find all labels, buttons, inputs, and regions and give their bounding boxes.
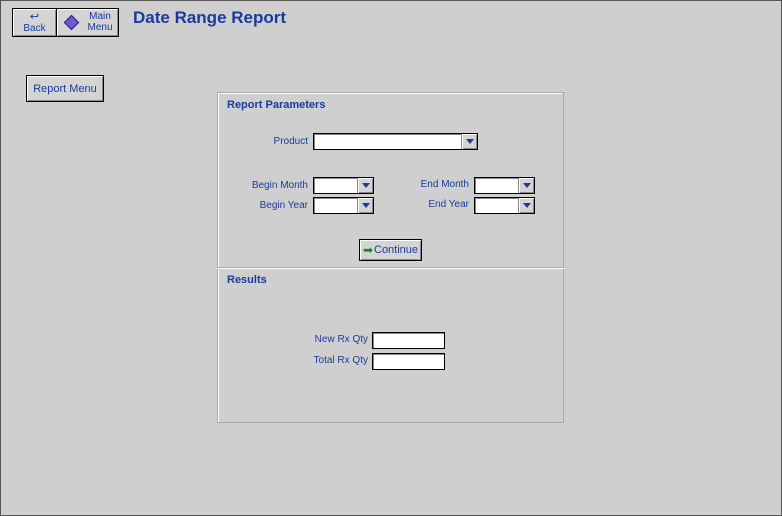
section-divider xyxy=(217,267,564,269)
report-menu-button[interactable]: Report Menu xyxy=(26,75,104,102)
back-button[interactable]: ↩ Back xyxy=(13,9,57,36)
begin-month-label: Begin Month xyxy=(251,180,308,191)
chevron-down-icon[interactable] xyxy=(461,134,477,149)
right-arrow-icon: ➡ xyxy=(362,243,373,257)
end-year-label: End Year xyxy=(428,199,469,210)
end-month-label: End Month xyxy=(420,179,469,190)
main-menu-label: Main Menu xyxy=(85,11,115,33)
chevron-down-icon[interactable] xyxy=(518,198,534,213)
new-rx-qty-label: New Rx Qty xyxy=(314,334,368,345)
chevron-down-icon[interactable] xyxy=(357,178,373,193)
report-parameters-title: Report Parameters xyxy=(227,99,326,111)
total-rx-qty-field[interactable] xyxy=(372,353,445,370)
report-menu-label: Report Menu xyxy=(33,82,97,95)
main-menu-button[interactable]: Main Menu xyxy=(57,9,118,36)
continue-button[interactable]: ➡ Continue xyxy=(359,239,422,261)
end-month-select[interactable] xyxy=(474,177,535,194)
end-year-select[interactable] xyxy=(474,197,535,214)
page-title: Date Range Report xyxy=(133,8,287,27)
product-label: Product xyxy=(273,136,308,147)
nav-button-group: ↩ Back Main Menu xyxy=(12,8,119,37)
back-button-label: Back xyxy=(23,23,46,34)
undo-arrow-icon: ↩ xyxy=(29,11,40,23)
total-rx-qty-label: Total Rx Qty xyxy=(313,355,368,366)
begin-year-label: Begin Year xyxy=(259,200,308,211)
begin-month-select[interactable] xyxy=(313,177,374,194)
chevron-down-icon[interactable] xyxy=(357,198,373,213)
diamond-icon xyxy=(63,14,80,31)
main-menu-label-line2: Menu xyxy=(87,22,113,33)
product-select[interactable] xyxy=(313,133,478,150)
main-menu-label-line1: Main xyxy=(89,11,111,22)
continue-label: Continue xyxy=(374,244,419,256)
begin-year-select[interactable] xyxy=(313,197,374,214)
results-title: Results xyxy=(227,274,267,286)
new-rx-qty-field[interactable] xyxy=(372,332,445,349)
chevron-down-icon[interactable] xyxy=(518,178,534,193)
